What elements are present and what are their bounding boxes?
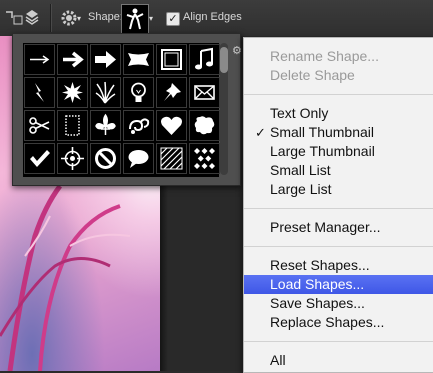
- heart-icon[interactable]: [156, 110, 187, 141]
- shape-swatch-button[interactable]: [121, 4, 149, 34]
- envelope-icon[interactable]: [189, 77, 220, 108]
- align-edges-label: Align Edges: [183, 11, 242, 23]
- no-sign-icon[interactable]: [90, 143, 121, 174]
- menu-delete-shape: Delete Shape: [270, 67, 355, 83]
- menu-large-thumbnail[interactable]: Large Thumbnail: [244, 142, 433, 161]
- menu-divider: [244, 208, 433, 209]
- picker-scrollbar[interactable]: [220, 43, 228, 175]
- speech-bubble-icon[interactable]: [123, 143, 154, 174]
- music-note-icon[interactable]: [189, 44, 220, 75]
- arrow-block-icon[interactable]: [90, 44, 121, 75]
- scrollbar-thumb[interactable]: [220, 47, 228, 73]
- hatch-square-icon[interactable]: [156, 143, 187, 174]
- lightbulb-icon[interactable]: [123, 77, 154, 108]
- menu-save-shapes[interactable]: Save Shapes...: [244, 294, 433, 313]
- checkmark-icon[interactable]: [24, 143, 55, 174]
- puzzle-blob-icon[interactable]: [189, 110, 220, 141]
- menu-divider: [244, 341, 433, 342]
- menu-small-thumbnail[interactable]: ✓ Small Thumbnail: [244, 123, 433, 142]
- menu-replace-shapes[interactable]: Replace Shapes...: [244, 313, 433, 332]
- banner-icon[interactable]: [123, 44, 154, 75]
- options-bar: ▾ Shape: ▾ ✓ Align Edges: [0, 0, 433, 37]
- square-frame-icon[interactable]: [156, 44, 187, 75]
- ornament-icon[interactable]: [123, 110, 154, 141]
- stack-layers-icon[interactable]: [20, 6, 44, 30]
- menu-divider: [244, 94, 433, 95]
- menu-all-shapes[interactable]: All: [244, 351, 433, 370]
- crosshair-icon[interactable]: [57, 143, 88, 174]
- menu-divider: [244, 246, 433, 247]
- menu-small-thumbnail-label: Small Thumbnail: [270, 124, 375, 140]
- lightning-icon[interactable]: [24, 77, 55, 108]
- shape-picker-panel: ⚙: [12, 33, 242, 186]
- menu-reset-shapes[interactable]: Reset Shapes...: [244, 256, 433, 275]
- stamp-frame-icon[interactable]: [57, 110, 88, 141]
- menu-preset-manager[interactable]: Preset Manager...: [244, 218, 433, 237]
- shape-label: Shape:: [88, 11, 123, 23]
- menu-large-list[interactable]: Large List: [244, 180, 433, 199]
- checkmark-icon: ✓: [255, 125, 266, 140]
- menu-rename-shape: Rename Shape...: [270, 48, 379, 64]
- pushpin-icon[interactable]: [156, 77, 187, 108]
- menu-small-list[interactable]: Small List: [244, 161, 433, 180]
- align-edges-checkbox[interactable]: ✓: [166, 12, 180, 26]
- picker-gear-icon[interactable]: ⚙: [232, 44, 242, 57]
- grass-icon[interactable]: [90, 77, 121, 108]
- arrow-bold-icon[interactable]: [57, 44, 88, 75]
- toolbar-divider: [50, 4, 52, 32]
- menu-load-shapes[interactable]: Load Shapes...: [244, 275, 433, 294]
- shape-grid: [23, 43, 220, 177]
- scissors-icon[interactable]: [24, 110, 55, 141]
- starburst-icon[interactable]: [57, 77, 88, 108]
- figure-shape-icon: [126, 8, 144, 30]
- shape-dropdown-icon[interactable]: ▾: [149, 14, 153, 23]
- chevron-down-icon[interactable]: ▾: [77, 14, 81, 23]
- menu-text-only[interactable]: Text Only: [244, 104, 433, 123]
- arrow-thin-icon[interactable]: [24, 44, 55, 75]
- shape-picker-menu: Rename Shape... Delete Shape Text Only ✓…: [243, 37, 433, 373]
- fleur-de-lis-icon[interactable]: [90, 110, 121, 141]
- diamond-grid-icon[interactable]: [189, 143, 220, 174]
